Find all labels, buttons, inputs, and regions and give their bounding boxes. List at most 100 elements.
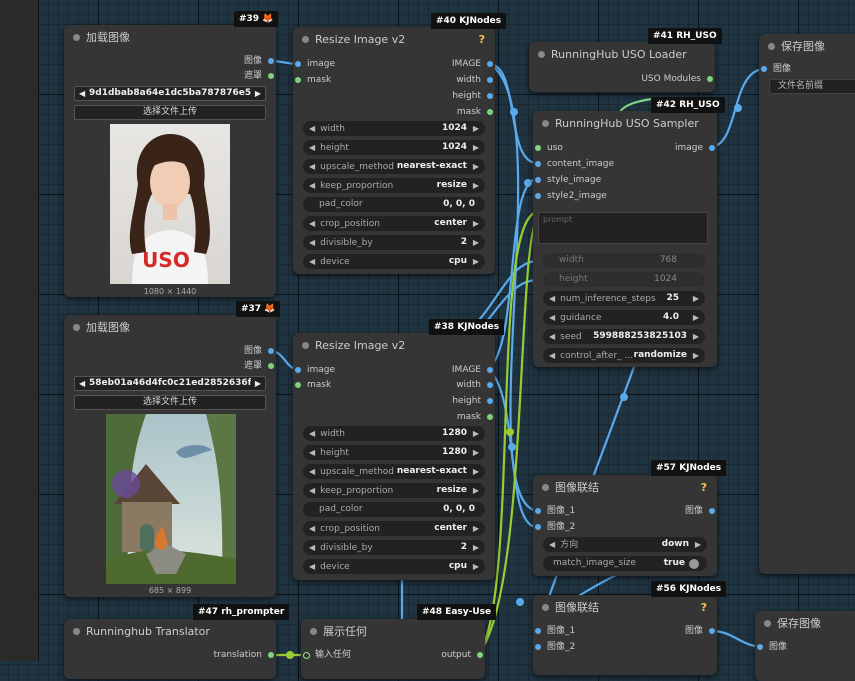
output-image[interactable]: 图像 [244,54,276,68]
output-image[interactable]: 图像 [685,624,717,638]
node-title-bar[interactable]: RunningHub USO Loader [529,42,715,68]
arrow-left-icon[interactable]: ◀ [309,467,315,476]
input-image[interactable]: image [293,57,335,71]
node-title-bar[interactable]: 加载图像 [64,315,276,341]
resize-image-node-40[interactable]: Resize Image v2? image mask IMAGE width … [293,27,495,274]
arrow-left-icon[interactable]: ◀ [309,429,315,438]
arrow-left-icon[interactable]: ◀ [309,562,315,571]
widget-control-after-generate[interactable]: ◀ control_after_ ... randomize ▶ [543,348,705,363]
arrow-right-icon[interactable]: ▶ [473,521,479,536]
arrow-right-icon[interactable]: ▶ [473,483,479,498]
arrow-right-icon[interactable]: ▶ [473,121,479,136]
node-title-bar[interactable]: RunningHub USO Sampler [533,111,717,137]
input-style2-image[interactable]: style2_image [533,189,607,203]
arrow-left-icon[interactable]: ◀ [309,486,315,495]
arrow-right-icon[interactable]: ▶ [693,291,699,306]
widget-width[interactable]: ◀ width 1280 ▶ [303,426,485,441]
output-width[interactable]: width [456,378,495,392]
arrow-right-icon[interactable]: ▶ [473,540,479,555]
translator-node-47[interactable]: Runninghub Translator translation [64,619,276,679]
arrow-right-icon[interactable]: ▶ [255,87,261,100]
output-image[interactable]: IMAGE [452,57,495,71]
arrow-right-icon[interactable]: ▶ [473,254,479,269]
slot-dot[interactable] [295,61,301,67]
node-title-bar[interactable]: 图像联结? [533,475,717,501]
help-icon[interactable]: ? [701,595,707,621]
arrow-right-icon[interactable]: ▶ [695,537,701,552]
slot-dot[interactable] [761,66,767,72]
slot-dot[interactable] [487,109,493,115]
arrow-left-icon[interactable]: ◀ [549,540,555,549]
node-title-bar[interactable]: 图像联结? [533,595,717,621]
arrow-left-icon[interactable]: ◀ [309,162,315,171]
widget-num-inference-steps[interactable]: ◀ num_inference_steps 25 ▶ [543,291,705,306]
widget-divisible-by[interactable]: ◀ divisible_by 2 ▶ [303,540,485,555]
slot-dot[interactable] [709,145,715,151]
input-image-2[interactable]: 图像_2 [533,520,575,534]
image-concat-node-56[interactable]: 图像联结? 图像_1 图像_2 图像 [533,595,717,675]
widget-direction[interactable]: ◀ 方向 down ▶ [543,537,707,552]
widget-device[interactable]: ◀ device cpu ▶ [303,559,485,574]
widget-upscale-method[interactable]: ◀ upscale_method nearest-exact ▶ [303,159,485,174]
slot-dot[interactable] [709,628,715,634]
arrow-left-icon[interactable]: ◀ [79,377,85,390]
file-select[interactable]: ◀ 58eb01a46d4fc0c21ed2852636f ... ▶ [74,376,266,391]
output-height[interactable]: height [452,89,495,103]
input-image-1[interactable]: 图像_1 [533,624,575,638]
widget-width[interactable]: ◀ width 1024 ▶ [303,121,485,136]
arrow-left-icon[interactable]: ◀ [309,143,315,152]
input-style-image[interactable]: style_image [533,173,601,187]
collapse-dot-icon[interactable] [542,484,549,491]
input-image-2[interactable]: 图像_2 [533,640,575,654]
output-mask[interactable]: mask [457,105,495,119]
slot-dot[interactable] [303,652,310,659]
upload-button[interactable]: 选择文件上传 [74,105,266,120]
show-anything-node-48[interactable]: 展示任何 输入任何 output [301,619,485,679]
arrow-right-icon[interactable]: ▶ [473,159,479,174]
output-mask[interactable]: 遮罩 [244,359,276,373]
slot-dot[interactable] [535,524,541,530]
arrow-right-icon[interactable]: ▶ [473,464,479,479]
input-image-1[interactable]: 图像_1 [533,504,575,518]
collapse-dot-icon[interactable] [73,628,80,635]
arrow-left-icon[interactable]: ◀ [549,294,555,303]
file-select[interactable]: ◀ 9d1dbab8a64e1dc5ba787876e5 ... ▶ [74,86,266,101]
slot-dot[interactable] [295,367,301,373]
collapse-dot-icon[interactable] [302,36,309,43]
input-image[interactable]: 图像 [755,640,787,654]
output-mask[interactable]: 遮罩 [244,69,276,83]
collapse-dot-icon[interactable] [310,628,317,635]
arrow-right-icon[interactable]: ▶ [473,426,479,441]
filename-prefix-input[interactable]: 文件名前缀 [769,79,855,94]
widget-keep-proportion[interactable]: ◀ keep_proportion resize ▶ [303,483,485,498]
arrow-left-icon[interactable]: ◀ [549,313,555,322]
arrow-right-icon[interactable]: ▶ [473,559,479,574]
widget-pad-color[interactable]: pad_color 0, 0, 0 [303,197,485,212]
widget-crop-position[interactable]: ◀ crop_position center ▶ [303,216,485,231]
arrow-right-icon[interactable]: ▶ [473,445,479,460]
slot-dot[interactable] [268,73,274,79]
node-title-bar[interactable]: Resize Image v2? [293,27,495,53]
slot-dot[interactable] [487,382,493,388]
slot-dot[interactable] [535,508,541,514]
node-title-bar[interactable]: Runninghub Translator [64,619,276,645]
save-image-node-top[interactable]: 保存图像 图像 文件名前缀 [759,34,855,574]
collapse-dot-icon[interactable] [768,43,775,50]
slot-dot[interactable] [487,93,493,99]
widget-pad-color[interactable]: pad_color 0, 0, 0 [303,502,485,517]
slot-dot[interactable] [268,58,274,64]
collapse-dot-icon[interactable] [73,34,80,41]
slot-dot[interactable] [535,145,541,151]
help-icon[interactable]: ? [701,475,707,501]
image-concat-node-57[interactable]: 图像联结? 图像_1 图像_2 图像 ◀ 方向 down ▶ match_image_… [533,475,717,576]
collapse-dot-icon[interactable] [542,120,549,127]
output-image[interactable]: image [675,141,717,155]
slot-dot[interactable] [757,644,763,650]
uso-sampler-node-42[interactable]: RunningHub USO Sampler uso content_image… [533,111,717,367]
slot-dot[interactable] [707,76,713,82]
arrow-left-icon[interactable]: ◀ [309,238,315,247]
input-content-image[interactable]: content_image [533,157,614,171]
arrow-left-icon[interactable]: ◀ [549,351,555,360]
slot-dot[interactable] [268,363,274,369]
slot-dot[interactable] [535,193,541,199]
